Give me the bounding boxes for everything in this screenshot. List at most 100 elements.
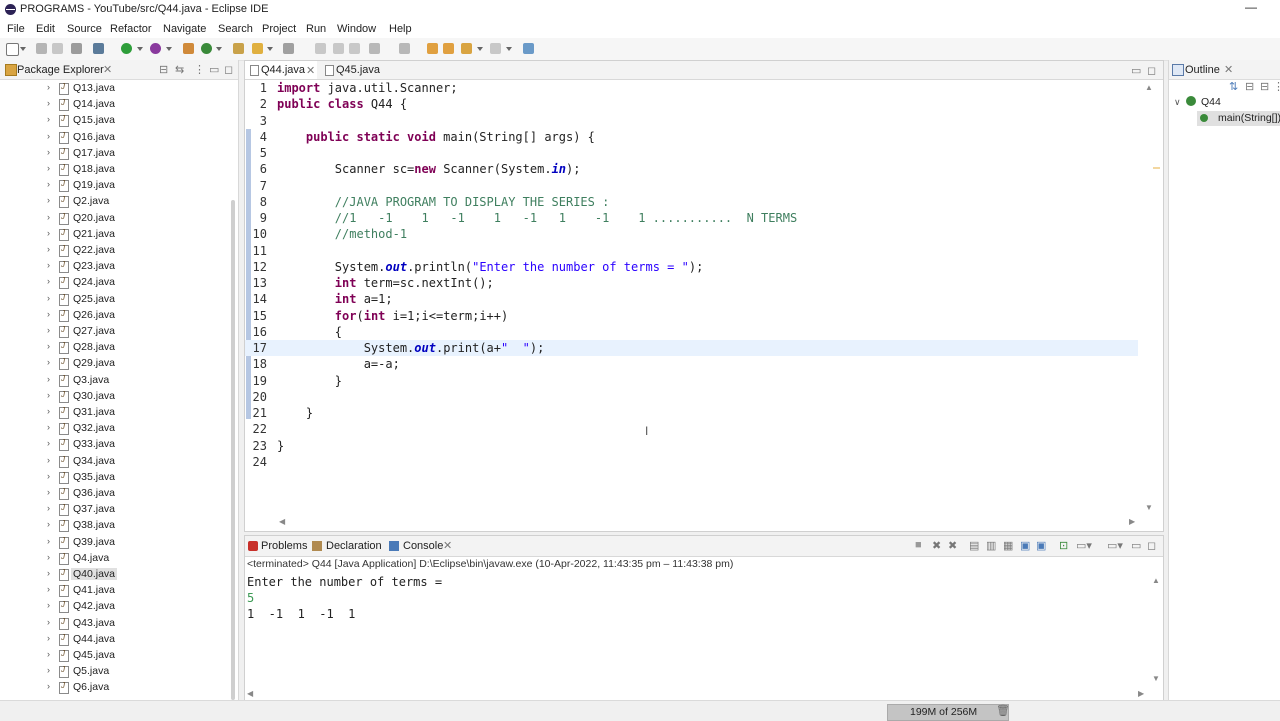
code-line[interactable]: 16 {	[245, 324, 1138, 340]
code-line[interactable]: 24	[245, 454, 1138, 470]
tab-console[interactable]: Console	[403, 540, 443, 552]
menu-window[interactable]: Window	[337, 23, 376, 35]
close-icon[interactable]: ✕	[1224, 63, 1233, 76]
code-line[interactable]: 8 //JAVA PROGRAM TO DISPLAY THE SERIES :	[245, 194, 1138, 210]
package-explorer-tab[interactable]: Package Explorer	[17, 64, 104, 76]
package-tree-item[interactable]: › Q23.java	[0, 258, 226, 274]
package-tree-item[interactable]: › Q2.java	[0, 193, 226, 209]
show-whitespace-icon[interactable]	[333, 43, 344, 54]
menu-help[interactable]: Help	[389, 23, 412, 35]
package-tree-item[interactable]: › Q29.java	[0, 355, 226, 371]
save-icon[interactable]	[36, 43, 47, 54]
menu-search[interactable]: Search	[218, 23, 253, 35]
minimize-icon[interactable]: ▭	[1131, 64, 1141, 77]
outline-method-row[interactable]: main(String[])	[1197, 111, 1280, 126]
word-wrap-icon[interactable]: ▦	[1003, 539, 1013, 552]
debug-icon[interactable]	[93, 43, 104, 54]
chevron-right-icon[interactable]: ›	[47, 293, 50, 303]
chevron-right-icon[interactable]: ›	[47, 600, 50, 610]
menu-edit[interactable]: Edit	[36, 23, 55, 35]
chevron-right-icon[interactable]: ›	[47, 260, 50, 270]
remove-all-icon[interactable]: ✖	[948, 539, 957, 552]
chevron-right-icon[interactable]: ›	[47, 455, 50, 465]
chevron-down-icon[interactable]	[506, 47, 512, 51]
clear-console-icon[interactable]: ▤	[969, 539, 979, 552]
chevron-right-icon[interactable]: ›	[47, 471, 50, 481]
prev-annotation-icon[interactable]	[399, 43, 410, 54]
maximize-icon[interactable]: ◻	[1147, 539, 1156, 552]
package-tree-item[interactable]: › Q4.java	[0, 550, 226, 566]
back-icon[interactable]	[443, 43, 454, 54]
package-scrollbar[interactable]	[231, 200, 235, 700]
chevron-right-icon[interactable]: ›	[47, 98, 50, 108]
chevron-right-icon[interactable]: ›	[47, 163, 50, 173]
package-tree-item[interactable]: › Q19.java	[0, 177, 226, 193]
package-tree-item[interactable]: › Q21.java	[0, 226, 226, 242]
package-tree-item[interactable]: › Q31.java	[0, 404, 226, 420]
code-line[interactable]: 9 //1 -1 1 -1 1 -1 1 -1 1 ........... N …	[245, 210, 1138, 226]
chevron-right-icon[interactable]: ›	[47, 82, 50, 92]
tab-q45[interactable]: Q45.java	[320, 61, 388, 79]
coverage-icon[interactable]	[150, 43, 161, 54]
view-menu-icon[interactable]: ⋮	[1273, 80, 1280, 93]
chevron-down-icon[interactable]: ∨	[1174, 97, 1181, 108]
trash-icon[interactable]: 🗑	[996, 704, 1010, 717]
menu-refactor[interactable]: Refactor	[110, 23, 152, 35]
menu-file[interactable]: File	[7, 23, 25, 35]
close-icon[interactable]: ✕	[306, 64, 315, 77]
chevron-down-icon[interactable]	[267, 47, 273, 51]
package-tree-item[interactable]: › Q22.java	[0, 242, 226, 258]
code-line[interactable]: 5	[245, 145, 1138, 161]
block-select-icon[interactable]	[349, 43, 360, 54]
code-line[interactable]: 2 public class Q44 {	[245, 96, 1138, 112]
external-tools-icon[interactable]	[183, 43, 194, 54]
outline-class[interactable]: Q44	[1201, 96, 1221, 108]
chevron-right-icon[interactable]: ›	[47, 649, 50, 659]
package-tree-item[interactable]: › Q37.java	[0, 501, 226, 517]
chevron-right-icon[interactable]: ›	[47, 487, 50, 497]
chevron-right-icon[interactable]: ›	[47, 341, 50, 351]
code-line[interactable]: 12 System.out.println("Enter the number …	[245, 259, 1138, 275]
chevron-right-icon[interactable]: ›	[47, 325, 50, 335]
package-tree-item[interactable]: › Q40.java	[0, 566, 226, 582]
chevron-right-icon[interactable]: ›	[47, 212, 50, 222]
chevron-right-icon[interactable]: ›	[47, 374, 50, 384]
minimize-button[interactable]: —	[1245, 0, 1257, 14]
chevron-down-icon[interactable]	[477, 47, 483, 51]
back-nav-icon[interactable]	[461, 43, 472, 54]
save-all-icon[interactable]	[52, 43, 63, 54]
outline-tab[interactable]: Outline	[1185, 64, 1220, 76]
package-tree-item[interactable]: › Q44.java	[0, 631, 226, 647]
code-line[interactable]: 14 int a=1;	[245, 291, 1138, 307]
code-line[interactable]: 11	[245, 243, 1138, 259]
code-line[interactable]: 3	[245, 113, 1138, 129]
package-tree-item[interactable]: › Q34.java	[0, 453, 226, 469]
show-on-error-icon[interactable]: ▣	[1036, 539, 1046, 552]
package-tree-item[interactable]: › Q30.java	[0, 388, 226, 404]
code-line[interactable]: 4 public static void main(String[] args)…	[245, 129, 1138, 145]
code-line[interactable]: 6 Scanner sc=new Scanner(System.in);	[245, 161, 1138, 177]
package-tree-item[interactable]: › Q42.java	[0, 598, 226, 614]
minimize-icon[interactable]: ▭	[209, 63, 219, 76]
menu-project[interactable]: Project	[262, 23, 296, 35]
run-icon[interactable]	[121, 43, 132, 54]
maximize-icon[interactable]: ◻	[224, 63, 233, 76]
chevron-down-icon[interactable]	[137, 47, 143, 51]
package-tree-item[interactable]: › Q25.java	[0, 291, 226, 307]
package-tree-item[interactable]: › Q5.java	[0, 663, 226, 679]
package-tree-item[interactable]: › Q33.java	[0, 436, 226, 452]
sort-icon[interactable]: ⇅	[1229, 80, 1238, 93]
package-tree-item[interactable]: › Q24.java	[0, 274, 226, 290]
chevron-right-icon[interactable]: ›	[47, 438, 50, 448]
pin-console-icon[interactable]: ⊡	[1059, 539, 1068, 552]
close-icon[interactable]: ✕	[443, 539, 452, 552]
scroll-up-icon[interactable]: ▲	[1152, 576, 1160, 585]
package-tree-item[interactable]: › Q43.java	[0, 615, 226, 631]
print-icon[interactable]	[71, 43, 82, 54]
maximize-icon[interactable]: ◻	[1147, 64, 1156, 77]
code-line[interactable]: 7	[245, 178, 1138, 194]
chevron-right-icon[interactable]: ›	[47, 568, 50, 578]
package-tree-item[interactable]: › Q13.java	[0, 80, 226, 96]
hide-fields-icon[interactable]: ⊟	[1245, 80, 1254, 93]
open-console-icon[interactable]: ▭▾	[1107, 539, 1123, 552]
